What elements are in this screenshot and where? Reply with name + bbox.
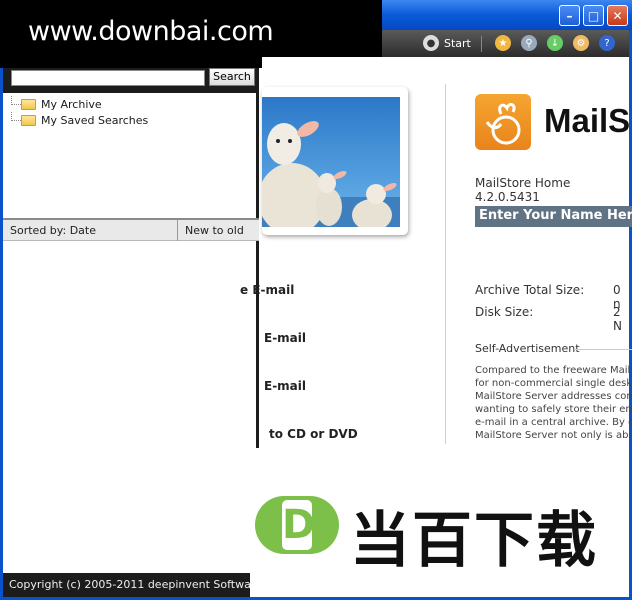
search-icon[interactable]: ⚲ [521,35,537,51]
self-ad-text: Compared to the freeware MailS for non-c… [475,364,632,442]
folder-icon [21,114,36,126]
search-button[interactable]: Search [209,68,255,86]
mailstore-logo-icon [475,94,531,150]
start-icon: ● [423,35,439,51]
downbai-logo-icon: D [255,496,339,554]
self-ad-line: wanting to safely store their em [475,404,632,415]
self-ad-title: Self-Advertisement [475,342,580,355]
window-controls: – □ ✕ [559,5,628,26]
action-item[interactable]: e E-mail [240,283,390,297]
help-icon[interactable]: ? [599,35,615,51]
enter-name-field[interactable]: Enter Your Name Her [475,206,632,227]
action-item[interactable]: E-mail [264,331,414,345]
settings-icon[interactable]: ⚙ [573,35,589,51]
search-bar: Search [3,68,259,93]
archive-size-label: Archive Total Size: [475,283,585,297]
tree-connector [11,96,21,105]
tree-item-label: My Archive [41,97,102,111]
toolbar-icons: ★ ⚲ ↓ ⚙ ? [495,35,615,51]
self-ad-line: Compared to the freeware MailS [475,365,632,376]
disk-size-value: 2 N [613,305,622,333]
start-button[interactable]: ● Start [423,35,471,51]
tree-item-my-saved-searches[interactable]: My Saved Searches [9,112,148,128]
close-button[interactable]: ✕ [607,5,628,26]
sort-bar: Sorted by: Date New to old [3,218,259,241]
sort-order[interactable]: New to old [177,220,244,241]
folder-panel: Search My Archive My Saved Searches Sort… [3,68,259,576]
minimize-button[interactable]: – [559,5,580,26]
tree-item-label: My Saved Searches [41,113,149,127]
welcome-image-card [262,87,408,235]
maximize-button[interactable]: □ [583,5,604,26]
disk-size-label: Disk Size: [475,305,534,319]
sheep-illustration [262,121,400,227]
self-ad-line: e-mail in a central archive. By de [475,417,632,428]
downbai-watermark: D 当百下载 [250,448,629,597]
tree-connector [11,112,21,121]
search-input[interactable] [11,70,205,86]
self-ad-divider [574,349,632,350]
action-item[interactable]: to CD or DVD [269,427,419,441]
folder-icon [21,98,36,110]
downbai-logo-letter: D [282,500,316,550]
sort-by-label[interactable]: Sorted by: Date [10,224,96,237]
start-page: e E-mail E-mail E-mail to CD or DVD Mail… [240,57,632,448]
action-item[interactable]: E-mail [264,379,414,393]
self-ad-line: MailStore Server not only is able [475,430,632,441]
start-label: Start [444,36,471,50]
archive-icon[interactable]: ★ [495,35,511,51]
copyright-footer: Copyright (c) 2005-2011 deepinvent Softw… [3,573,250,597]
sheep-photo [262,97,400,227]
export-icon[interactable]: ↓ [547,35,563,51]
self-ad-line: MailStore Server addresses com [475,391,632,402]
self-ad-line: for non-commercial single deskto [475,378,632,389]
column-divider [445,84,446,444]
folder-tree: My Archive My Saved Searches [9,96,148,128]
version-text: MailStore Home 4.2.0.5431 [475,176,571,204]
toolbar-separator [481,36,482,52]
downbai-text: 当百下载 [350,506,598,576]
brand-name: MailS [544,102,631,139]
tree-item-my-archive[interactable]: My Archive [9,96,148,112]
